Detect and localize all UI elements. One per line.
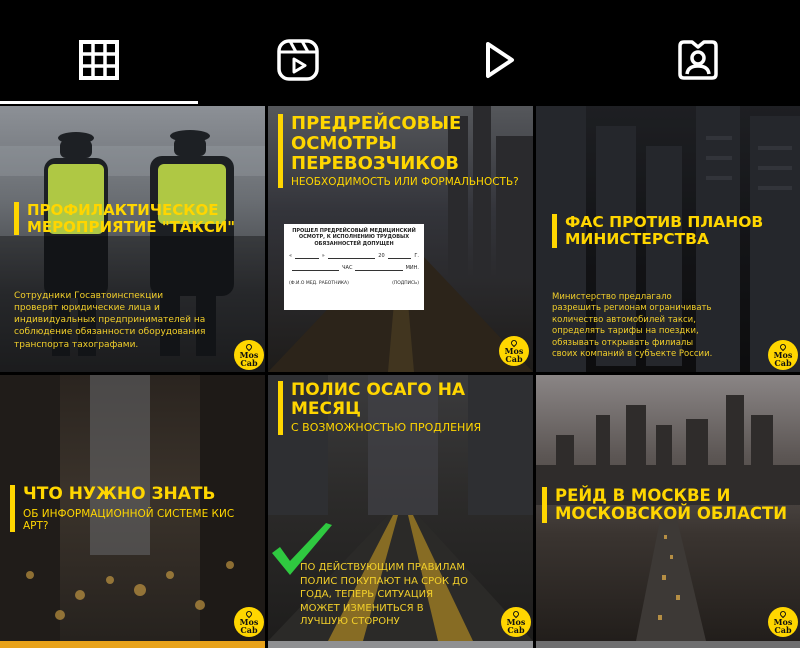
tab-reels[interactable] (268, 30, 328, 90)
mos-cab-logo: Mos Cab (234, 607, 264, 637)
tab-video[interactable] (468, 30, 528, 90)
post-title: ЧТО НУЖНО ЗНАТЬ (23, 484, 216, 504)
post-body: ПО ДЕЙСТВУЮЩИМ ПРАВИЛАМ ПОЛИС ПОКУПАЮТ Н… (300, 562, 468, 627)
post-title: РЕЙД В МОСКВЕ И МОСКОВСКОЙ ОБЛАСТИ (555, 486, 788, 524)
grid-icon (79, 40, 119, 80)
post-title-block: ПОЛИС ОСАГО НА МЕСЯЦ С ВОЗМОЖНОСТЬЮ ПРОД… (278, 380, 528, 436)
post-title: ФАС ПРОТИВ ПЛАНОВ МИНИСТЕРСТВА (565, 213, 764, 249)
medical-check-form: ПРОШЕЛ ПРЕДРЕЙСОВЫЙ МЕДИЦИНСКИЙ ОСМОТР, … (284, 224, 424, 310)
post-body: Сотрудники Госавтоинспекции проверят юри… (14, 291, 206, 350)
mos-cab-logo: Mos Cab (768, 340, 798, 370)
post-thumbnail[interactable]: ПРЕДРЕЙСОВЫЕ ОСМОТРЫ ПЕРЕВОЗЧИКОВ НЕОБХО… (268, 106, 533, 372)
post-thumbnail[interactable]: ПРОФИЛАКТИЧЕСКОЕ МЕРОПРИЯТИЕ "ТАКСИ" Сот… (0, 106, 265, 372)
mos-cab-logo: Mos Cab (501, 607, 531, 637)
post-thumbnail-partial[interactable] (536, 641, 800, 648)
post-thumbnail-partial[interactable] (268, 641, 533, 648)
post-subtitle: ОБ ИНФОРМАЦИОННОЙ СИСТЕМЕ КИС АРТ? (23, 507, 235, 532)
tab-grid[interactable] (69, 30, 129, 90)
post-title-block: ЧТО НУЖНО ЗНАТЬ ОБ ИНФОРМАЦИОННОЙ СИСТЕМ… (10, 485, 260, 532)
play-icon (486, 42, 514, 78)
post-thumbnail[interactable]: ЧТО НУЖНО ЗНАТЬ ОБ ИНФОРМАЦИОННОЙ СИСТЕМ… (0, 375, 265, 641)
post-subtitle: НЕОБХОДИМОСТЬ ИЛИ ФОРМАЛЬНОСТЬ? (291, 176, 519, 189)
post-thumbnail-partial[interactable] (0, 641, 265, 648)
mos-cab-logo: Mos Cab (768, 607, 798, 637)
form-header: ПРОШЕЛ ПРЕДРЕЙСОВЫЙ МЕДИЦИНСКИЙ ОСМОТР, … (292, 228, 416, 247)
post-thumbnail[interactable]: ПОЛИС ОСАГО НА МЕСЯЦ С ВОЗМОЖНОСТЬЮ ПРОД… (268, 375, 533, 641)
post-title: ПОЛИС ОСАГО НА МЕСЯЦ (291, 380, 466, 419)
post-title-block: ПРОФИЛАКТИЧЕСКОЕ МЕРОПРИЯТИЕ "ТАКСИ" (14, 202, 259, 235)
post-title: ПРОФИЛАКТИЧЕСКОЕ МЕРОПРИЯТИЕ "ТАКСИ" (27, 201, 236, 236)
mos-cab-logo: Mos Cab (499, 336, 529, 366)
mos-cab-logo: Mos Cab (234, 340, 264, 370)
reels-icon (277, 39, 319, 81)
post-title: ПРЕДРЕЙСОВЫЕ ОСМОТРЫ ПЕРЕВОЗЧИКОВ (291, 113, 462, 174)
post-body: Министерство предлагало разрешить регион… (552, 292, 713, 360)
post-title-block: РЕЙД В МОСКВЕ И МОСКОВСКОЙ ОБЛАСТИ (542, 486, 796, 524)
posts-grid: ПРОФИЛАКТИЧЕСКОЕ МЕРОПРИЯТИЕ "ТАКСИ" Сот… (0, 106, 800, 648)
form-signature-row: (Ф.И.О мед. работника) (ПОДПИСЬ) (289, 281, 419, 287)
post-subtitle: С ВОЗМОЖНОСТЬЮ ПРОДЛЕНИЯ (291, 421, 482, 435)
post-title-block: ПРЕДРЕЙСОВЫЕ ОСМОТРЫ ПЕРЕВОЗЧИКОВ НЕОБХО… (278, 113, 528, 189)
post-thumbnail[interactable]: ФАС ПРОТИВ ПЛАНОВ МИНИСТЕРСТВА Министерс… (536, 106, 800, 372)
post-thumbnail[interactable]: РЕЙД В МОСКВЕ И МОСКОВСКОЙ ОБЛАСТИ Mos C… (536, 375, 800, 641)
form-date-row: «» 20 г. (289, 252, 420, 259)
form-time-row: час мин. (289, 265, 419, 272)
post-title-block: ФАС ПРОТИВ ПЛАНОВ МИНИСТЕРСТВА (552, 213, 792, 249)
tagged-icon (678, 40, 718, 80)
active-tab-indicator (0, 101, 198, 104)
profile-tab-bar (0, 0, 800, 106)
tab-tagged[interactable] (668, 30, 728, 90)
